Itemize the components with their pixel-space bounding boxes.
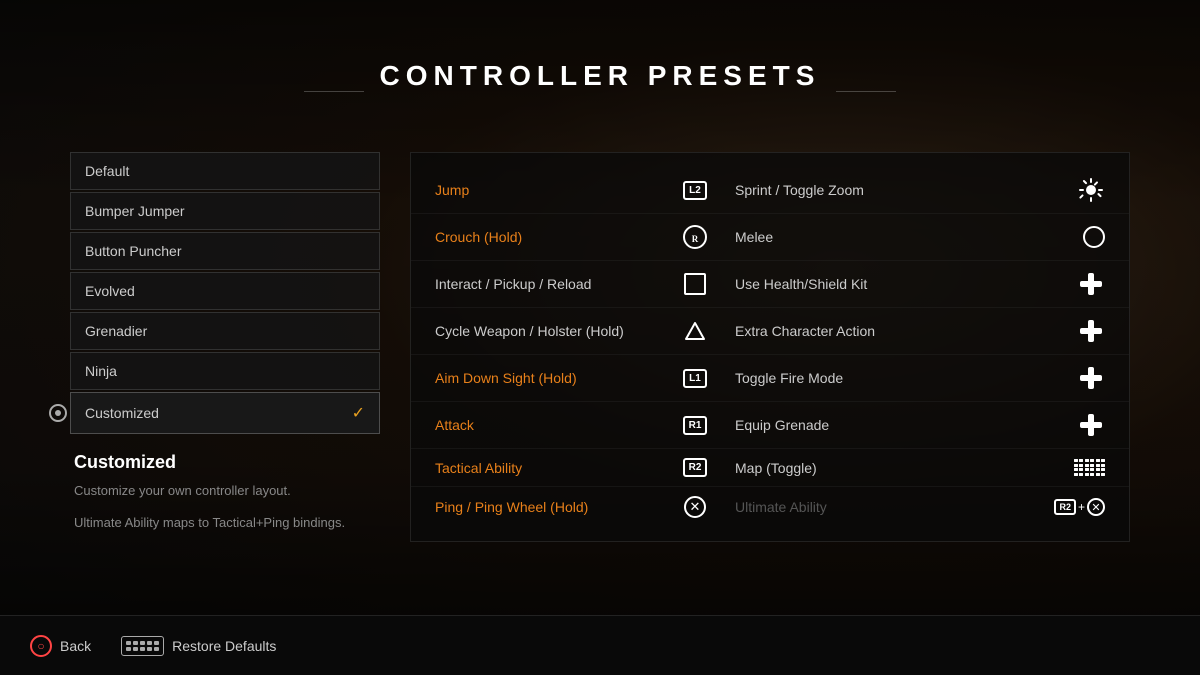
action-tactical: Tactical Ability [435, 460, 655, 476]
customized-circle-indicator [49, 404, 67, 422]
preset-label-button-puncher: Button Puncher [85, 243, 182, 259]
icon-x-button: ✕ [655, 496, 735, 518]
title-line-left [304, 91, 364, 92]
binding-row-crouch: Crouch (Hold) R Melee [411, 214, 1129, 261]
map-grid-icon [1074, 459, 1106, 476]
preset-info-description: Customize your own controller layout. [74, 481, 380, 501]
binding-row-tactical: Tactical Ability R2 Map (Toggle) [411, 449, 1129, 487]
icon-square [655, 273, 735, 295]
action-attack: Attack [435, 417, 655, 433]
square-button-icon [684, 273, 706, 295]
binding-row-interact: Interact / Pickup / Reload Use Health/Sh… [411, 261, 1129, 308]
action-equip-grenade: Equip Grenade [735, 417, 1055, 433]
action-sprint: Sprint / Toggle Zoom [735, 182, 1055, 198]
icon-triangle [655, 320, 735, 342]
preset-item-customized[interactable]: Customized ✓ [70, 392, 380, 434]
preset-item-grenadier[interactable]: Grenadier [70, 312, 380, 350]
page-title: CONTROLLER PRESETS [380, 60, 821, 92]
preset-label-grenadier: Grenadier [85, 323, 147, 339]
icon-dpad-health [1055, 270, 1105, 298]
icon-r3: R [655, 223, 735, 251]
icon-r2-x-combo: R2 + ✕ [1055, 498, 1105, 516]
preset-label-default: Default [85, 163, 129, 179]
icon-dpad-fire [1055, 364, 1105, 392]
action-interact: Interact / Pickup / Reload [435, 276, 655, 292]
main-layout: Default Bumper Jumper Button Puncher Evo… [70, 152, 1130, 542]
title-line-right [836, 91, 896, 92]
preset-item-evolved[interactable]: Evolved [70, 272, 380, 310]
binding-row-jump: Jump L2 Sprint / Toggle Zoom [411, 167, 1129, 214]
action-crouch: Crouch (Hold) [435, 229, 655, 245]
preset-info-title: Customized [74, 452, 380, 473]
preset-label-ninja: Ninja [85, 363, 117, 379]
r2-x-combo-icon: R2 + ✕ [1054, 498, 1105, 516]
preset-item-default[interactable]: Default [70, 152, 380, 190]
icon-r2: R2 [655, 458, 735, 477]
action-jump: Jump [435, 182, 655, 198]
action-health-kit: Use Health/Shield Kit [735, 276, 1055, 292]
x-button-icon: ✕ [684, 496, 706, 518]
icon-circle [1055, 226, 1105, 248]
icon-l1: L1 [655, 369, 735, 388]
svg-text:R: R [692, 234, 699, 244]
action-ultimate: Ultimate Ability [735, 499, 1055, 515]
action-toggle-fire: Toggle Fire Mode [735, 370, 1055, 386]
presets-panel: Default Bumper Jumper Button Puncher Evo… [70, 152, 380, 542]
icon-dpad-grenade [1055, 411, 1105, 439]
icon-dpad-extra [1055, 317, 1105, 345]
icon-grid-map [1055, 459, 1105, 476]
binding-row-ping: Ping / Ping Wheel (Hold) ✕ Ultimate Abil… [411, 487, 1129, 527]
preset-label-evolved: Evolved [85, 283, 135, 299]
action-map: Map (Toggle) [735, 460, 1055, 476]
action-ads: Aim Down Sight (Hold) [435, 370, 655, 386]
icon-r1: R1 [655, 416, 735, 435]
bindings-panel: Jump L2 Sprint / Toggle Zoom [410, 152, 1130, 542]
icon-starburst [1055, 176, 1105, 204]
binding-row-ads: Aim Down Sight (Hold) L1 Toggle Fire Mod… [411, 355, 1129, 402]
action-extra-character: Extra Character Action [735, 323, 1055, 339]
preset-label-customized: Customized [85, 405, 159, 421]
action-melee: Melee [735, 229, 1055, 245]
preset-label-bumper-jumper: Bumper Jumper [85, 203, 185, 219]
action-ping: Ping / Ping Wheel (Hold) [435, 499, 655, 515]
preset-item-bumper-jumper[interactable]: Bumper Jumper [70, 192, 380, 230]
binding-row-cycle-weapon: Cycle Weapon / Holster (Hold) Extra Char… [411, 308, 1129, 355]
preset-info: Customized Customize your own controller… [70, 452, 380, 532]
preset-info-note: Ultimate Ability maps to Tactical+Ping b… [74, 513, 380, 533]
preset-item-ninja[interactable]: Ninja [70, 352, 380, 390]
action-cycle-weapon: Cycle Weapon / Holster (Hold) [435, 323, 655, 339]
icon-l2: L2 [655, 181, 735, 200]
binding-row-attack: Attack R1 Equip Grenade [411, 402, 1129, 449]
preset-item-button-puncher[interactable]: Button Puncher [70, 232, 380, 270]
checkmark-icon: ✓ [352, 403, 365, 423]
